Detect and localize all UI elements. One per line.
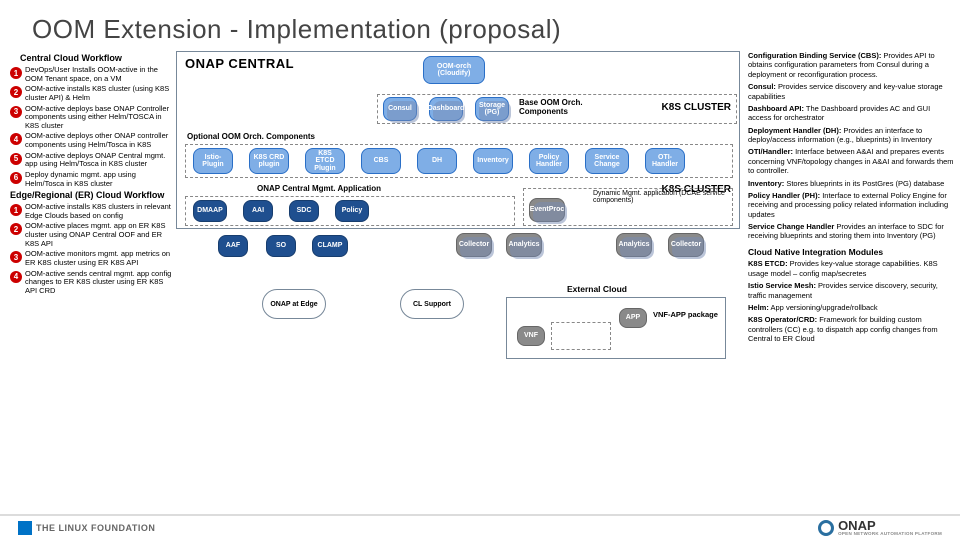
istio-plugin-node: Istio-Plugin (193, 148, 233, 174)
eventproc-node: EventProc (529, 198, 565, 222)
external-cloud-box: External Cloud VNF APP VNF-APP package (506, 297, 726, 359)
definition-item: Service Change Handler Provides an inter… (748, 222, 954, 241)
definition-item: Helm: App versioning/upgrade/rollback (748, 303, 954, 312)
cl-support: CL Support (400, 289, 464, 319)
onap-central-title: ONAP CENTRAL (185, 56, 294, 71)
k8s-etcd-node: K8S ETCD Plugin (305, 148, 345, 174)
dynamic-mgmt-label: Dynamic Mgmt. application (DCAE service … (593, 190, 729, 204)
vnf-node: VNF (517, 326, 545, 346)
step-text: DevOps/User Installs OOM-active in the O… (25, 66, 172, 83)
analytics2-node: Analytics (616, 233, 652, 257)
clamp-node: CLAMP (312, 235, 348, 257)
dashboard-node: Dashboard (429, 97, 463, 121)
oti-handler-node: OTI-Handler (645, 148, 685, 174)
vnf-app-pkg-label: VNF-APP package (653, 310, 718, 319)
definition-item: Istio Service Mesh: Provides service dis… (748, 281, 954, 300)
onap-logo: ONAP OPEN NETWORK AUTOMATION PLATFORM (818, 519, 942, 537)
storage-node: Storage (PG) (475, 97, 509, 121)
analytics-node: Analytics (506, 233, 542, 257)
dmaap-node: DMAAP (193, 200, 227, 222)
lf-text: THE LINUX FOUNDATION (36, 523, 155, 533)
step-text: OOM-active places mgmt. app on ER K8S cl… (25, 222, 172, 248)
central-workflow-heading: Central Cloud Workflow (20, 53, 172, 63)
definition-item: Dashboard API: The Dashboard provides AC… (748, 104, 954, 123)
definition-item: K8S Operator/CRD: Framework for building… (748, 315, 954, 343)
workflow-step: 3OOM-active deploys base ONAP Controller… (10, 105, 172, 131)
step-bullet: 1 (10, 67, 22, 79)
footer: THE LINUX FOUNDATION ONAP OPEN NETWORK A… (0, 514, 960, 540)
step-bullet: 2 (10, 86, 22, 98)
onap-central-box: ONAP CENTRAL OOM-orch (Cloudify) Consul … (176, 51, 740, 229)
base-label: Base OOM Orch. Components (519, 98, 629, 116)
workflow-step: 2OOM-active places mgmt. app on ER K8S c… (10, 222, 172, 248)
page-title: OOM Extension - Implementation (proposal… (0, 0, 960, 51)
service-change-node: Service Change (585, 148, 629, 174)
definition-item: K8S ETCD: Provides key-value storage cap… (748, 259, 954, 278)
definition-item: Consul: Provides service discovery and k… (748, 82, 954, 101)
step-bullet: 1 (10, 204, 22, 216)
onap-subtext: OPEN NETWORK AUTOMATION PLATFORM (838, 532, 942, 537)
inventory-node: Inventory (473, 148, 513, 174)
workflow-step: 6Deploy dynamic mgmt. app using Helm/Tos… (10, 171, 172, 188)
workflow-step: 5OOM-active deploys ONAP Central mgmt. a… (10, 152, 172, 169)
workflow-step: 1OOM-active installs K8S clusters in rel… (10, 203, 172, 220)
er-workflow-heading: Edge/Regional (ER) Cloud Workflow (10, 190, 172, 200)
step-text: OOM-active installs K8S clusters in rele… (25, 203, 172, 220)
onap-at-edge: ONAP at Edge (262, 289, 326, 319)
workflow-step: 4OOM-active deploys other ONAP controlle… (10, 132, 172, 149)
k8s-cluster-label-1: K8S CLUSTER (662, 102, 731, 113)
onap-icon (818, 520, 834, 536)
policy-node: Policy (335, 200, 369, 222)
so-node: SO (266, 235, 296, 257)
step-bullet: 6 (10, 172, 22, 184)
external-cloud-label: External Cloud (567, 284, 627, 294)
step-text: OOM-active sends central mgmt. app confi… (25, 270, 172, 296)
k8s-crd-node: K8S CRD plugin (249, 148, 289, 174)
workflow-step: 2OOM-active installs K8S cluster (using … (10, 85, 172, 102)
step-bullet: 3 (10, 251, 22, 263)
vnf-dashed-group (551, 322, 611, 350)
dh-node: DH (417, 148, 457, 174)
definition-item: Deployment Handler (DH): Provides an int… (748, 126, 954, 145)
aai-node: AAI (243, 200, 273, 222)
step-bullet: 4 (10, 271, 22, 283)
step-text: Deploy dynamic mgmt. app using Helm/Tosc… (25, 171, 172, 188)
cbs-node: CBS (361, 148, 401, 174)
workflow-step: 1DevOps/User Installs OOM-active in the … (10, 66, 172, 83)
mgmt-app-label: ONAP Central Mgmt. Application (257, 184, 381, 193)
sdc-node: SDC (289, 200, 319, 222)
workflow-step: 3OOM-active monitors mgmt. app metrics o… (10, 250, 172, 267)
consul-node: Consul (383, 97, 417, 121)
step-text: OOM-active installs K8S cluster (using K… (25, 85, 172, 102)
step-bullet: 3 (10, 106, 22, 118)
oom-orch-node: OOM-orch (Cloudify) (423, 56, 485, 84)
definition-item: OTI/Handler: Interface between A&AI and … (748, 147, 954, 175)
definition-item: Policy Handler (PH): Interface to extern… (748, 191, 954, 219)
app-node: APP (619, 308, 647, 328)
step-text: OOM-active monitors mgmt. app metrics on… (25, 250, 172, 267)
optional-label: Optional OOM Orch. Components (187, 132, 315, 141)
step-bullet: 4 (10, 133, 22, 145)
diagram-area: ONAP CENTRAL OOM-orch (Cloudify) Consul … (172, 51, 744, 489)
aaf-node: AAF (218, 235, 248, 257)
step-bullet: 5 (10, 153, 22, 165)
right-column: Configuration Binding Service (CBS): Pro… (744, 51, 954, 489)
workflow-step: 4OOM-active sends central mgmt. app conf… (10, 270, 172, 296)
step-text: OOM-active deploys base ONAP Controller … (25, 105, 172, 131)
collector2-node: Collector (668, 233, 704, 257)
cloud-native-heading: Cloud Native Integration Modules (748, 247, 954, 258)
step-text: OOM-active deploys other ONAP controller… (25, 132, 172, 149)
definition-item: Inventory: Stores blueprints in its Post… (748, 179, 954, 188)
step-bullet: 2 (10, 223, 22, 235)
linux-foundation-logo: THE LINUX FOUNDATION (18, 521, 155, 535)
policy-handler-node: Policy Handler (529, 148, 569, 174)
step-text: OOM-active deploys ONAP Central mgmt. ap… (25, 152, 172, 169)
left-column: Central Cloud Workflow 1DevOps/User Inst… (10, 51, 172, 489)
lf-icon (18, 521, 32, 535)
collector-node: Collector (456, 233, 492, 257)
definition-item: Configuration Binding Service (CBS): Pro… (748, 51, 954, 79)
